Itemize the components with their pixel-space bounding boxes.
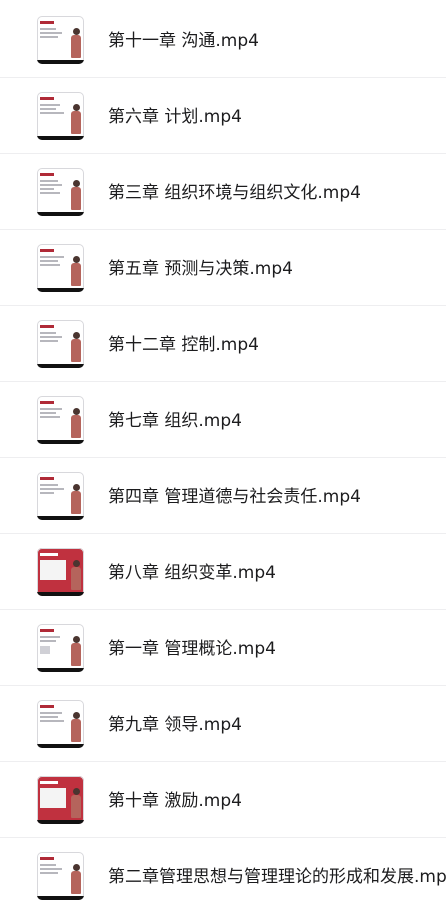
- file-name: 第二章管理思想与管理理论的形成和发展.mp4: [108, 867, 446, 887]
- video-thumbnail-icon: [37, 16, 84, 64]
- video-thumbnail-icon: [37, 624, 84, 672]
- file-row[interactable]: 第十章 激励.mp4: [0, 762, 446, 838]
- file-name: 第六章 计划.mp4: [108, 107, 242, 127]
- file-row[interactable]: 第十一章 沟通.mp4: [0, 2, 446, 78]
- file-name: 第一章 管理概论.mp4: [108, 639, 276, 659]
- file-list: 第十一章 沟通.mp4 第六章 计划.mp4 第三章 组织环境与组织文化.mp4: [0, 0, 446, 900]
- video-thumbnail-icon: [37, 548, 84, 596]
- file-name: 第十二章 控制.mp4: [108, 335, 259, 355]
- file-row[interactable]: 第七章 组织.mp4: [0, 382, 446, 458]
- video-thumbnail-icon: [37, 396, 84, 444]
- video-thumbnail-icon: [37, 168, 84, 216]
- video-thumbnail-icon: [37, 320, 84, 368]
- file-name: 第三章 组织环境与组织文化.mp4: [108, 183, 361, 203]
- file-row[interactable]: 第六章 计划.mp4: [0, 78, 446, 154]
- video-thumbnail-icon: [37, 92, 84, 140]
- file-name: 第八章 组织变革.mp4: [108, 563, 276, 583]
- file-name: 第七章 组织.mp4: [108, 411, 242, 431]
- file-name: 第五章 预测与决策.mp4: [108, 259, 293, 279]
- file-name: 第十章 激励.mp4: [108, 791, 242, 811]
- video-thumbnail-icon: [37, 472, 84, 520]
- video-thumbnail-icon: [37, 852, 84, 900]
- file-row[interactable]: 第二章管理思想与管理理论的形成和发展.mp4: [0, 838, 446, 900]
- file-name: 第四章 管理道德与社会责任.mp4: [108, 487, 361, 507]
- video-thumbnail-icon: [37, 700, 84, 748]
- file-row[interactable]: 第八章 组织变革.mp4: [0, 534, 446, 610]
- file-row[interactable]: 第九章 领导.mp4: [0, 686, 446, 762]
- video-thumbnail-icon: [37, 244, 84, 292]
- file-row[interactable]: 第四章 管理道德与社会责任.mp4: [0, 458, 446, 534]
- file-row[interactable]: 第十二章 控制.mp4: [0, 306, 446, 382]
- video-thumbnail-icon: [37, 776, 84, 824]
- file-row[interactable]: 第五章 预测与决策.mp4: [0, 230, 446, 306]
- file-name: 第十一章 沟通.mp4: [108, 31, 259, 51]
- file-row[interactable]: 第三章 组织环境与组织文化.mp4: [0, 154, 446, 230]
- file-name: 第九章 领导.mp4: [108, 715, 242, 735]
- file-row[interactable]: 第一章 管理概论.mp4: [0, 610, 446, 686]
